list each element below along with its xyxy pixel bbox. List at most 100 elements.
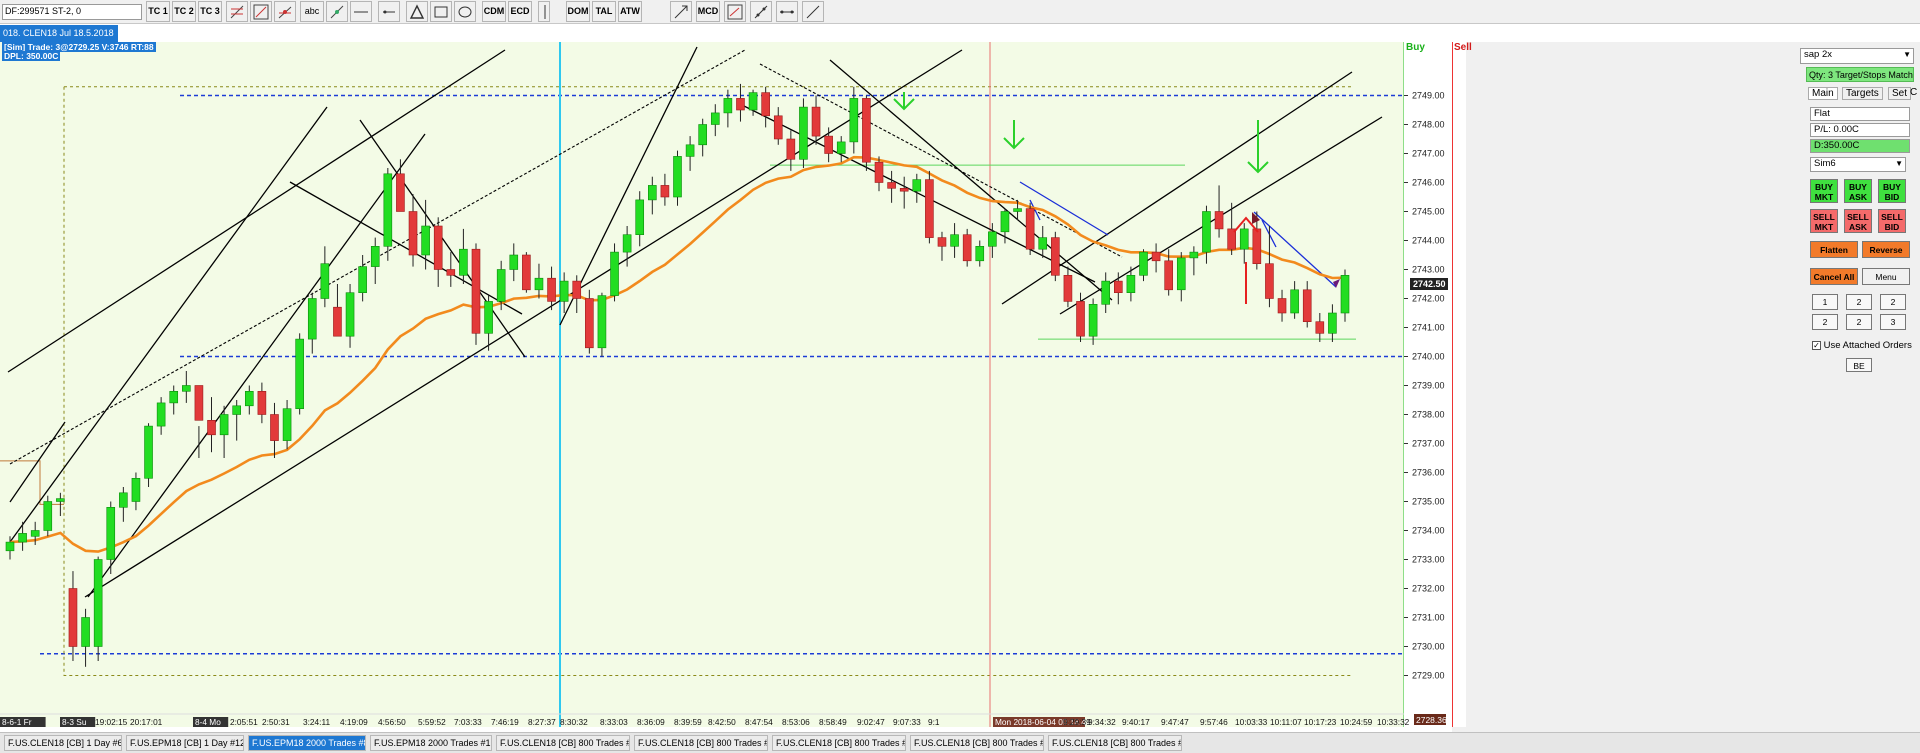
separator-icon <box>538 1 550 22</box>
candle-body <box>975 246 985 262</box>
candle-body <box>534 277 544 291</box>
rectangle-tool-icon[interactable] <box>430 1 452 22</box>
candle-body <box>1315 321 1325 334</box>
cursor-tool-icon[interactable] <box>670 1 692 22</box>
reverse-button[interactable]: Reverse <box>1862 241 1910 258</box>
candle-body <box>736 98 745 111</box>
extend-line-icon[interactable] <box>750 1 772 22</box>
attached-orders-label: Use Attached Orders <box>1823 340 1912 351</box>
candle-body <box>5 541 15 552</box>
time-tick-label: 8:53:06 <box>782 717 810 727</box>
segment-tool-icon[interactable] <box>776 1 798 22</box>
candle-body <box>912 179 922 192</box>
tab-set[interactable]: Set <box>1888 87 1912 100</box>
candle-body <box>849 98 859 143</box>
chart-tab-6[interactable]: F.US.CLEN18 [CB] 800 Trades #3 <box>634 735 768 751</box>
candle-body <box>899 188 909 192</box>
dom-button[interactable]: DOM <box>566 1 590 22</box>
measure-tool-icon[interactable] <box>724 1 746 22</box>
time-tick-label: 8:30:32 <box>560 717 588 727</box>
flatten-button[interactable]: Flatten <box>1810 241 1858 258</box>
candle-body <box>950 234 959 247</box>
chart-tab-5[interactable]: F.US.CLEN18 [CB] 800 Trades #2 <box>496 735 630 751</box>
account-dropdown[interactable]: Sim6 ▼ <box>1810 157 1906 172</box>
qty-status[interactable]: Qty: 3 Target/Stops Match <box>1806 67 1914 82</box>
qty-button-2[interactable]: 2 <box>1846 294 1872 310</box>
fib-tool-icon[interactable] <box>226 1 248 22</box>
candle-body <box>597 295 607 349</box>
ellipse-tool-icon[interactable] <box>454 1 476 22</box>
chart-tab-7[interactable]: F.US.CLEN18 [CB] 800 Trades #4 <box>772 735 906 751</box>
chart-tab-9[interactable]: F.US.CLEN18 [CB] 800 Trades #7 <box>1048 735 1182 751</box>
sell-mkt-button[interactable]: SELL MKT <box>1810 209 1838 233</box>
tab-main[interactable]: Main <box>1808 87 1838 100</box>
qty-button-4[interactable]: 2 <box>1812 314 1838 330</box>
channel-tool-icon[interactable] <box>250 1 272 22</box>
horizontal-line-icon[interactable] <box>350 1 372 22</box>
candle-body <box>988 231 997 247</box>
candle-body <box>1139 251 1148 276</box>
atw-button[interactable]: ATW <box>618 1 642 22</box>
arrow-line-icon[interactable] <box>802 1 824 22</box>
tab-c[interactable]: C <box>1910 87 1917 98</box>
candle-body <box>1252 228 1262 264</box>
candle-body <box>1277 298 1287 314</box>
tc1-button[interactable]: TC 1 <box>146 1 170 22</box>
mcd-button[interactable]: MCD <box>696 1 720 22</box>
candle-body <box>169 390 179 404</box>
trendline-tool-icon[interactable] <box>326 1 348 22</box>
candle-body <box>522 254 531 291</box>
qty-button-3[interactable]: 2 <box>1880 294 1906 310</box>
menu-button[interactable]: Menu <box>1862 268 1910 285</box>
candle-body <box>358 266 367 294</box>
tc2-button[interactable]: TC 2 <box>172 1 196 22</box>
strategy-dropdown[interactable]: sap 2x ▼ <box>1800 48 1914 64</box>
sell-label: Sell <box>1454 42 1472 53</box>
chart-tab-4[interactable]: F.US.EPM18 2000 Trades #10 <box>370 735 492 751</box>
cancel-all-button[interactable]: Cancel All <box>1810 268 1858 285</box>
tab-targets[interactable]: Targets <box>1842 87 1883 100</box>
time-tick-label: 9:1 <box>928 717 940 727</box>
buy-ask-button[interactable]: BUY ASK <box>1844 179 1872 203</box>
buy-strip <box>1452 42 1466 727</box>
qty-button-5[interactable]: 2 <box>1846 314 1872 330</box>
candle-body <box>559 280 569 302</box>
text-tool-button[interactable]: abc <box>300 1 324 22</box>
buy-mkt-button[interactable]: BUY MKT <box>1810 179 1838 203</box>
price-tick-label: 2737.00 <box>1412 439 1445 449</box>
time-tick-label: 10:24:59 <box>1340 717 1373 727</box>
ray-tool-icon[interactable] <box>378 1 400 22</box>
candle-body <box>446 269 456 276</box>
attached-orders-checkbox[interactable]: ✓ <box>1812 340 1821 350</box>
candle-body <box>1340 275 1350 314</box>
buy-bid-button[interactable]: BUY BID <box>1878 179 1906 203</box>
price-tick-label: 2736.00 <box>1412 468 1445 478</box>
qty-button-1[interactable]: 1 <box>1812 294 1838 310</box>
chart-canvas[interactable]: 2749.00 2748.00 2747.00 2746.00 2745.00 2744.… <box>0 42 1469 732</box>
pitchfork-tool-icon[interactable] <box>274 1 296 22</box>
account-selector[interactable]: DF:299571 ST-2, 0 <box>2 4 142 20</box>
tal-button[interactable]: TAL <box>592 1 616 22</box>
price-tick-label: 2743.00 <box>1412 265 1445 275</box>
price-chart[interactable]: 2749.00 2748.00 2747.00 2746.00 2745.00 2744.… <box>0 42 1469 732</box>
chart-tabs-bar: F.US.CLEN18 [CB] 1 Day #6 F.US.EPM18 [CB… <box>0 732 1920 753</box>
candle-body <box>748 92 758 111</box>
chart-title-tab[interactable]: 018. CLEN18 Jul 18.5.2018 <box>0 25 118 42</box>
chart-tab-2[interactable]: F.US.EPM18 [CB] 1 Day #12 <box>126 735 244 751</box>
candle-body <box>962 234 972 262</box>
tc3-button[interactable]: TC 3 <box>198 1 222 22</box>
price-tick-label: 2748.00 <box>1412 120 1445 130</box>
triangle-tool-icon[interactable] <box>406 1 428 22</box>
ecd-button[interactable]: ECD <box>508 1 532 22</box>
chart-tab-3[interactable]: F.US.EPM18 2000 Trades #8 <box>248 735 366 751</box>
pl-field: P/L: 0.00C <box>1810 123 1910 137</box>
cdm-button[interactable]: CDM <box>482 1 506 22</box>
be-button[interactable]: BE <box>1846 358 1872 372</box>
candle-body <box>144 425 153 479</box>
qty-button-6[interactable]: 3 <box>1880 314 1906 330</box>
chart-tab-1[interactable]: F.US.CLEN18 [CB] 1 Day #6 <box>4 735 122 751</box>
candle-body <box>396 173 405 212</box>
chart-tab-8[interactable]: F.US.CLEN18 [CB] 800 Trades #5 <box>910 735 1044 751</box>
sell-bid-button[interactable]: SELL BID <box>1878 209 1906 233</box>
sell-ask-button[interactable]: SELL ASK <box>1844 209 1872 233</box>
